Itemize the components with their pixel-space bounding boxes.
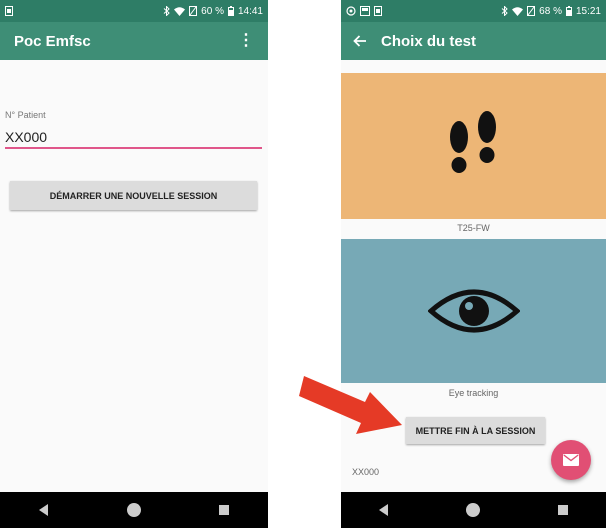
no-sim-icon: [527, 6, 536, 16]
navigation-bar: [341, 492, 606, 528]
test-label-t25fw: T25-FW: [457, 223, 490, 233]
battery-icon: [565, 6, 572, 16]
patient-number-input[interactable]: [5, 127, 262, 149]
clock-time: 15:21: [575, 5, 601, 17]
mail-icon: [563, 454, 579, 466]
status-bar: 68 % 15:21: [341, 0, 606, 22]
phone-screen-test-choice: 68 % 15:21 Choix du test T25-FW Eye trac…: [341, 0, 606, 528]
test-card-t25fw[interactable]: [341, 73, 606, 219]
navigation-bar: [0, 492, 268, 528]
end-session-button[interactable]: METTRE FIN À LA SESSION: [406, 417, 545, 444]
patient-number-label: N° Patient: [5, 110, 46, 120]
app-title: Poc Emfsc: [14, 32, 91, 50]
wifi-icon: [512, 6, 524, 16]
home-nav-icon[interactable]: [126, 502, 142, 518]
home-nav-icon[interactable]: [465, 502, 481, 518]
sim-icon: [374, 6, 382, 16]
screen-title: Choix du test: [381, 32, 477, 50]
recents-nav-icon[interactable]: [219, 505, 230, 515]
red-annotation-arrow: [299, 376, 402, 434]
footprints-icon: [449, 111, 496, 173]
status-bar: 60 % 14:41: [0, 0, 268, 22]
back-nav-icon[interactable]: [38, 504, 49, 516]
phone-screen-patient: 60 % 14:41 Poc Emfsc ⋮ N° Patient DÉMARR…: [0, 0, 268, 528]
sim-icon: [5, 6, 13, 16]
more-vert-icon[interactable]: ⋮: [238, 33, 254, 49]
eye-icon: [427, 289, 520, 333]
bluetooth-icon: [501, 6, 508, 16]
recents-nav-icon[interactable]: [557, 505, 568, 515]
app-bar: Poc Emfsc ⋮: [0, 22, 268, 60]
wifi-icon: [174, 6, 186, 16]
bluetooth-icon: [163, 6, 170, 16]
image-icon: [360, 6, 370, 16]
battery-percent: 60 %: [201, 5, 224, 17]
back-nav-icon[interactable]: [379, 504, 389, 516]
patient-id: XX000: [352, 467, 380, 477]
battery-percent: 68 %: [539, 5, 562, 17]
no-sim-icon: [189, 6, 198, 16]
back-arrow-icon[interactable]: [353, 35, 367, 47]
clock-time: 14:41: [237, 5, 263, 17]
app-bar: Choix du test: [341, 22, 606, 60]
mail-fab-button[interactable]: [551, 440, 591, 480]
start-new-session-button[interactable]: DÉMARRER UNE NOUVELLE SESSION: [10, 181, 257, 210]
notification-icon: [346, 6, 356, 16]
battery-icon: [227, 6, 234, 16]
